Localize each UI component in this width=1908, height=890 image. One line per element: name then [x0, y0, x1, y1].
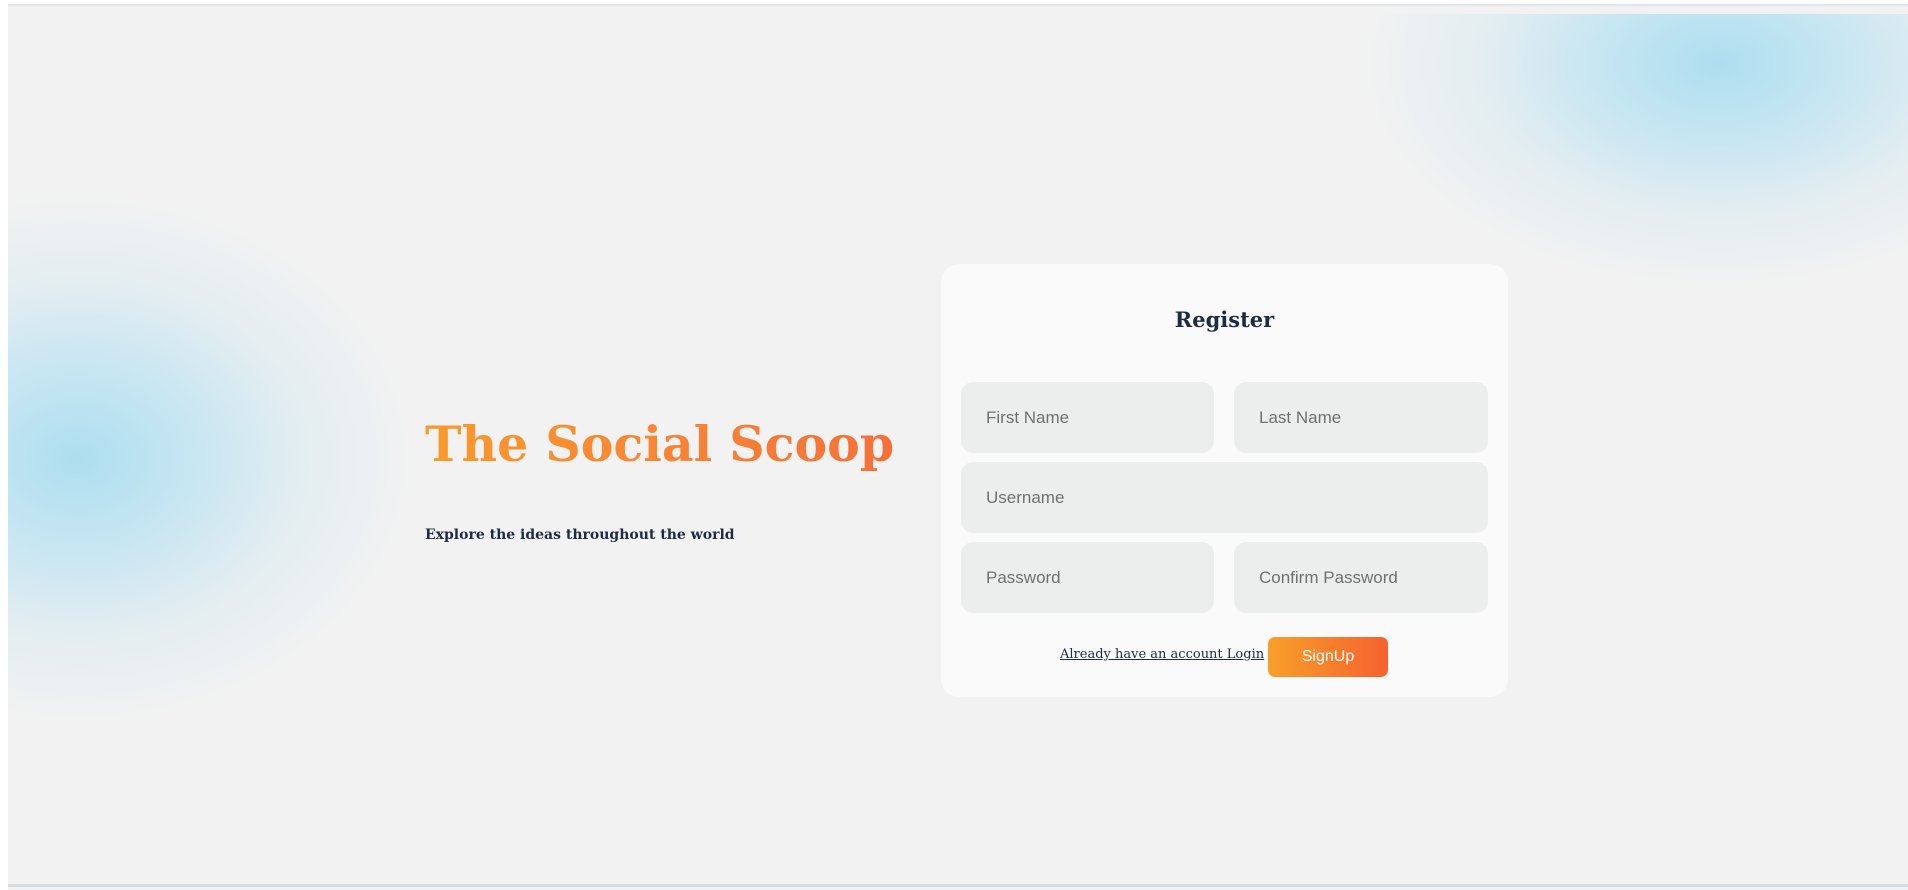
top-right-blue-glow [1368, 14, 1908, 284]
browser-viewport: The Social Scoop Explore the ideas throu… [8, 4, 1908, 890]
confirm-password-input[interactable] [1234, 542, 1488, 613]
register-title: Register [1174, 307, 1275, 332]
viewport-bottom-border [8, 884, 1908, 887]
register-card: Register Already have an account Login S… [941, 264, 1508, 697]
password-input[interactable] [961, 542, 1214, 613]
brand-tagline: Explore the ideas throughout the world [425, 527, 735, 543]
last-name-input[interactable] [1234, 382, 1488, 453]
username-input[interactable] [961, 462, 1488, 533]
left-blue-glow [8, 199, 408, 719]
brand-title: The Social Scoop [425, 415, 895, 473]
signup-button[interactable]: SignUp [1268, 637, 1388, 677]
first-name-input[interactable] [961, 382, 1214, 453]
login-link[interactable]: Already have an account Login [1060, 646, 1264, 664]
